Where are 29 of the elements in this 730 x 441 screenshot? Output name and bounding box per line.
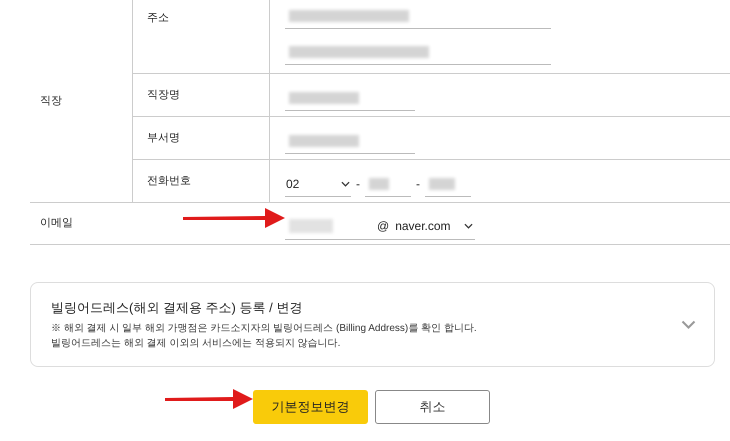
chevron-down-icon [341,180,350,186]
arrow-icon [163,387,253,411]
card-note: 빌링어드레스는 해외 결제 이외의 서비스에는 적용되지 않습니다. [51,337,342,352]
chevron-down-icon [681,320,696,329]
blurred-text [289,92,359,104]
billing-card[interactable]: 빌링어드레스(해외 결제용 주소) 등록 / 변경 ※ 해외 결제 시 일부 해외 가맹점은 카드소지자의 빌링어드레스 (Billing Address)를 확인 합니다. 빌링어드레스는 해외 결제 이외의 서비스에는 적용되지 않습니다. [30,282,715,367]
submit-button[interactable]: 기본정보변경 [253,390,368,424]
blurred-text [429,178,455,190]
at-sign: @ [377,218,390,235]
card-title: 빌링어드레스(해외 결제용 주소) 등록 / 변경 [51,298,304,317]
card-note: ※ 해외 결제 시 일부 해외 가맹점은 카드소지자의 빌링어드레스 (Billing Address)를 확인 합니다. [51,322,478,336]
field-label: 전화번호 [147,174,191,189]
domain-text: naver.com [395,218,451,235]
area-code-select[interactable]: 02 [285,171,351,197]
row-label: 이메일 [40,217,73,230]
blurred-text [289,134,359,146]
blurred-text [369,178,389,190]
dash-separator: - [356,176,360,193]
cancel-button[interactable]: 취소 [375,390,490,424]
chevron-down-icon [464,223,473,229]
field-label: 직장명 [147,88,180,103]
row-label: 직장 [40,94,62,109]
input-field[interactable]: @ naver.com [285,214,475,240]
field-label: 부서명 [147,130,180,146]
dash-separator: - [416,176,420,193]
arrow-icon [181,206,285,230]
select-value: 02 [286,176,300,192]
blurred-text [289,219,333,233]
field-label: 주소 [147,12,169,24]
